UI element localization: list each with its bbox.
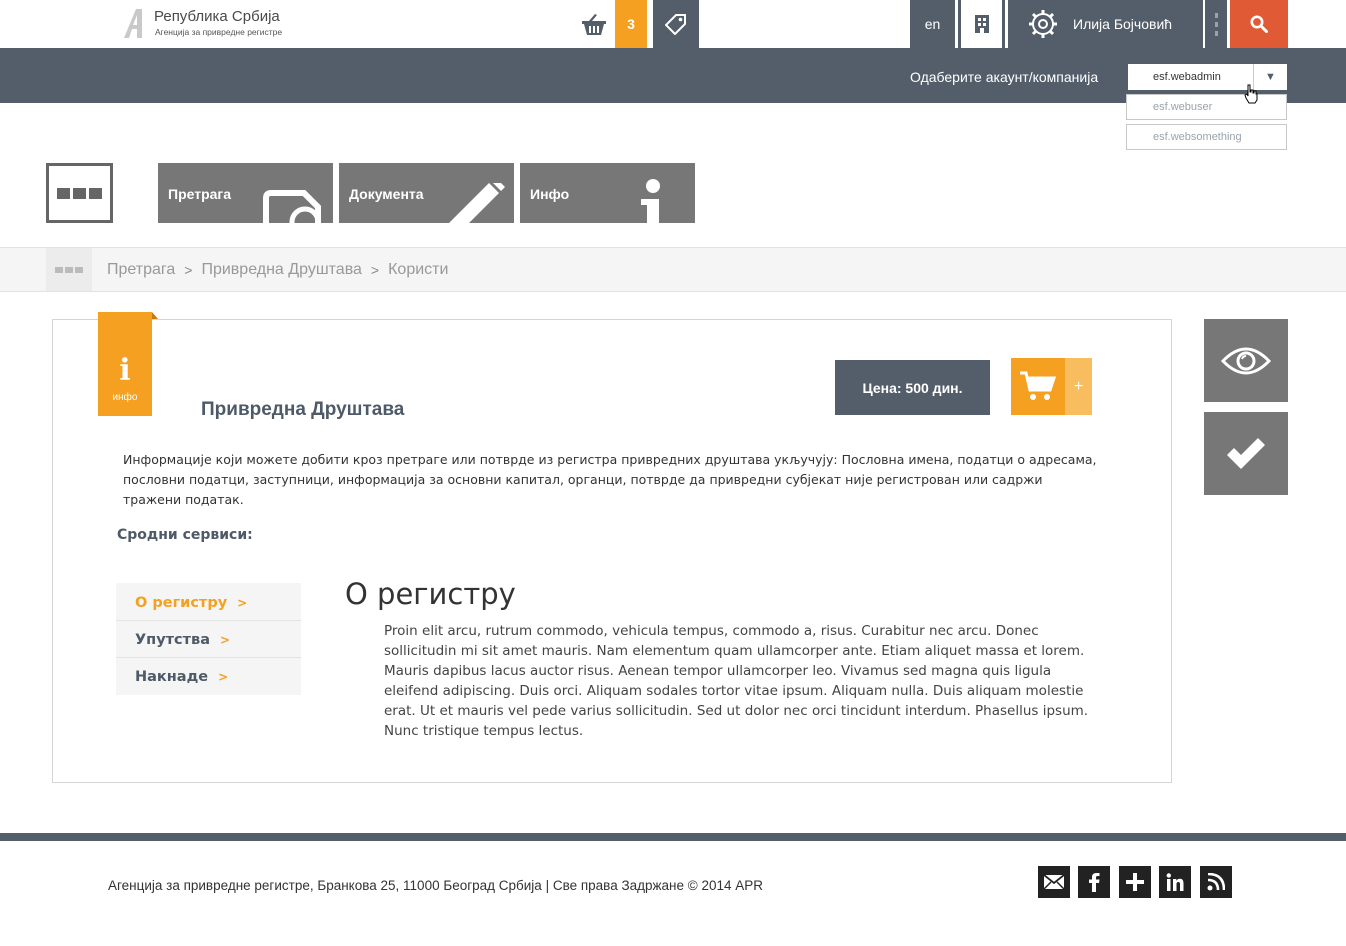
tile-search[interactable]: Претрага xyxy=(158,163,333,223)
section-title: О регистру xyxy=(345,577,516,611)
account-label: Одаберите акаунт/компанија xyxy=(910,69,1099,85)
chevron-right-icon: > xyxy=(237,596,248,610)
related-services-label: Сродни сервиси: xyxy=(117,527,253,543)
pencil-icon xyxy=(449,183,505,223)
info-ribbon-label: инфо xyxy=(112,392,138,403)
user-menu-button[interactable]: Илија Бојчовић xyxy=(1008,0,1203,48)
account-select[interactable]: esf.webadmin ▼ xyxy=(1128,64,1287,90)
menu-block-icon xyxy=(65,266,73,273)
menu-block-icon xyxy=(75,266,83,273)
logo[interactable]: Република Србија Агенција за привредне р… xyxy=(122,6,312,40)
chevron-right-icon: > xyxy=(370,262,380,278)
menu-block-icon xyxy=(57,187,70,199)
plus-button[interactable] xyxy=(1119,866,1151,898)
language-button[interactable]: en xyxy=(910,0,955,48)
price-badge: Цена: 500 дин. xyxy=(835,360,990,415)
logo-title: Република Србија xyxy=(154,8,280,25)
breadcrumb: Претрага > Привредна Друштава > Користи xyxy=(0,247,1346,292)
card-description: Информације који можете добити кроз прет… xyxy=(123,452,1097,507)
add-to-cart-button[interactable]: + xyxy=(1011,358,1092,415)
search-button[interactable] xyxy=(1230,0,1288,48)
info-icon: i xyxy=(119,353,131,388)
info-ribbon: i инфо xyxy=(98,312,158,416)
breadcrumb-trail: Претрага > Привредна Друштава > Користи xyxy=(107,261,448,279)
more-dot-icon xyxy=(1214,30,1218,36)
chevron-right-icon: > xyxy=(220,633,231,647)
basket-button[interactable] xyxy=(578,8,610,40)
chevron-right-icon: > xyxy=(184,262,193,278)
footer-copyright: Агенција за привредне регистре, Бранкова… xyxy=(108,878,763,893)
chevron-right-icon: > xyxy=(218,669,229,684)
cart-count-badge[interactable]: 3 xyxy=(615,0,647,48)
menu-toggle-button[interactable] xyxy=(46,163,113,223)
cart-icon xyxy=(1020,371,1057,400)
menu-item-instructions[interactable]: Упутства > xyxy=(116,623,301,658)
related-services-menu: О регистру > Упутства > Накнаде > xyxy=(116,583,301,695)
section-body: Proin elit arcu, rutrum commodo, vehicul… xyxy=(384,623,1089,739)
eye-icon xyxy=(1221,347,1271,374)
breadcrumb-item[interactable]: Претрага xyxy=(107,261,175,279)
menu-block-icon xyxy=(73,187,86,199)
linkedin-icon xyxy=(1166,873,1184,891)
breadcrumb-item[interactable]: Привредна Друштава xyxy=(201,261,361,279)
menu-item-fees[interactable]: Накнаде > xyxy=(116,659,301,694)
check-icon xyxy=(1227,437,1265,469)
facebook-icon xyxy=(1089,873,1100,892)
menu-item-label: Накнаде xyxy=(135,668,209,685)
menu-block-icon xyxy=(55,266,63,273)
footer-divider xyxy=(0,833,1346,841)
menu-item-label: О регистру xyxy=(135,595,228,611)
tile-documents[interactable]: Документа xyxy=(339,163,514,223)
document-search-icon xyxy=(263,190,321,223)
account-option[interactable]: esf.websomething xyxy=(1126,124,1287,150)
logo-mark-icon xyxy=(124,9,142,38)
tag-icon xyxy=(665,14,686,35)
rss-button[interactable] xyxy=(1200,866,1232,898)
tile-info-label: Инфо xyxy=(530,186,570,202)
add-plus-icon: + xyxy=(1065,358,1092,415)
tile-documents-label: Документа xyxy=(349,186,424,202)
plus-icon xyxy=(1126,873,1144,891)
linkedin-button[interactable] xyxy=(1159,866,1191,898)
email-button[interactable] xyxy=(1038,866,1070,898)
more-dot-icon xyxy=(1214,21,1218,27)
gear-icon xyxy=(1029,10,1057,38)
breadcrumb-item-current: Користи xyxy=(388,261,449,278)
company-button[interactable] xyxy=(958,0,1005,48)
breadcrumb-home-button[interactable] xyxy=(46,248,92,291)
card-title: Привредна Друштава xyxy=(201,399,405,420)
menu-block-icon xyxy=(89,187,102,199)
account-option[interactable]: esf.webuser xyxy=(1126,94,1287,120)
more-options-button[interactable] xyxy=(1205,0,1227,48)
tag-button[interactable] xyxy=(653,0,699,48)
account-selected-value: esf.webadmin xyxy=(1153,71,1221,83)
logo-subtitle: Агенција за привредне регистре xyxy=(155,27,283,37)
basket-icon xyxy=(582,14,606,35)
view-button[interactable] xyxy=(1204,319,1288,402)
top-bar: Република Србија Агенција за привредне р… xyxy=(0,0,1346,48)
search-icon xyxy=(1250,15,1268,33)
tile-search-label: Претрага xyxy=(168,186,232,202)
user-name: Илија Бојчовић xyxy=(1073,16,1173,32)
menu-item-about-register[interactable]: О регистру > xyxy=(116,586,301,621)
email-icon xyxy=(1044,875,1064,889)
tile-info[interactable]: Инфо xyxy=(520,163,695,223)
rss-icon xyxy=(1207,873,1225,891)
hand-cursor-icon xyxy=(1244,84,1258,104)
more-dot-icon xyxy=(1214,12,1218,18)
confirm-button[interactable] xyxy=(1204,412,1288,495)
menu-item-label: Упутства xyxy=(135,632,211,648)
info-icon xyxy=(641,179,660,223)
facebook-button[interactable] xyxy=(1078,866,1110,898)
building-icon xyxy=(974,15,989,33)
